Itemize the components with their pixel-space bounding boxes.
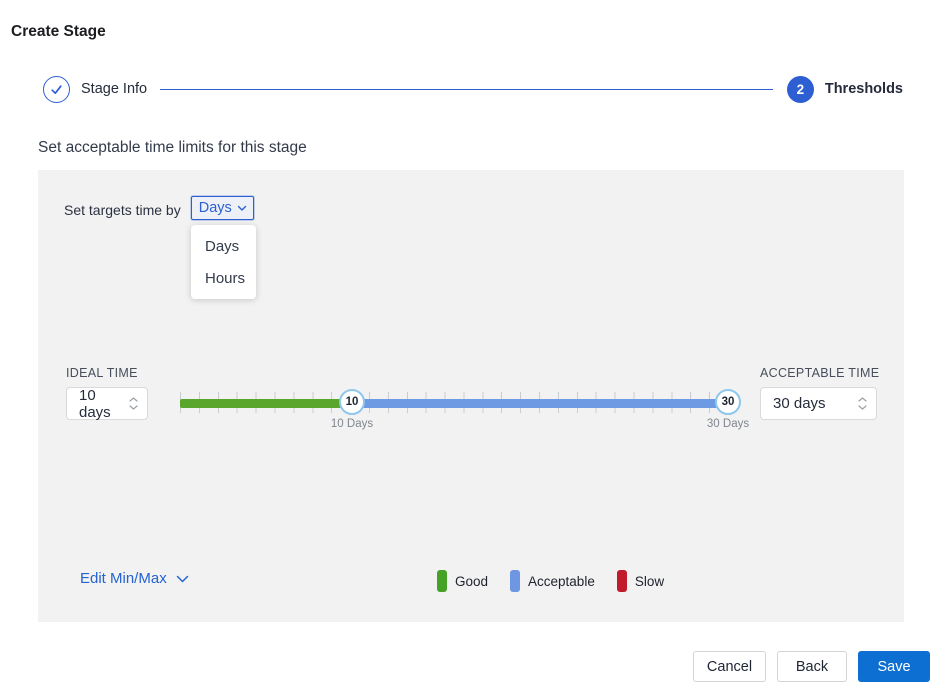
step1-label[interactable]: Stage Info [81,81,147,97]
targets-row: Set targets time by Days [64,196,254,220]
legend-swatch-good [437,570,447,592]
targets-label: Set targets time by [64,199,181,218]
chevron-down-icon [237,205,247,212]
ideal-time-label: IDEAL TIME [66,366,138,380]
legend-item-acceptable: Acceptable [510,570,595,592]
footer-actions: Cancel Back Save [693,651,930,682]
legend-item-good: Good [437,570,488,592]
back-button[interactable]: Back [777,651,847,682]
acceptable-time-stepper[interactable] [858,397,867,410]
step2-label[interactable]: Thresholds [825,81,903,97]
legend-item-slow: Slow [617,570,664,592]
edit-minmax-label: Edit Min/Max [80,570,167,587]
unit-dropdown-menu: Days Hours [191,225,256,299]
step1-check-circle[interactable] [43,76,70,103]
slider-handle-max[interactable]: 30 [715,389,741,415]
slider-min-caption: 10 Days [322,418,382,430]
unit-dropdown[interactable]: Days [191,196,254,220]
stepper: Stage Info 2 Thresholds [43,75,903,103]
ideal-time-stepper[interactable] [129,397,138,410]
slider-segment-acceptable[interactable] [352,399,728,408]
acceptable-time-value: 30 days [773,395,826,412]
step2-number: 2 [797,82,805,97]
time-range-slider: 10 30 10 Days 30 Days [180,385,728,432]
chevron-up-icon [129,397,138,402]
slider-handle-min[interactable]: 10 [339,389,365,415]
cancel-button[interactable]: Cancel [693,651,766,682]
slider-max-caption: 30 Days [698,418,758,430]
page-title: Create Stage [11,23,106,41]
legend: Good Acceptable Slow [437,570,664,592]
legend-label-good: Good [455,574,488,589]
legend-label-acceptable: Acceptable [528,574,595,589]
chevron-down-icon [176,575,189,583]
dropdown-option-hours[interactable]: Hours [191,262,256,294]
legend-swatch-acceptable [510,570,520,592]
thresholds-panel: Set targets time by Days Days Hours IDEA… [38,170,904,622]
save-button[interactable]: Save [858,651,930,682]
chevron-down-icon [858,405,867,410]
ideal-time-input[interactable]: 10 days [66,387,148,420]
chevron-down-icon [129,405,138,410]
ideal-time-value: 10 days [79,387,129,421]
chevron-up-icon [858,397,867,402]
slider-segment-good[interactable] [180,399,352,408]
check-icon [49,82,64,97]
section-heading: Set acceptable time limits for this stag… [38,139,307,157]
unit-dropdown-value: Days [199,200,232,216]
legend-label-slow: Slow [635,574,664,589]
step2-number-circle[interactable]: 2 [787,76,814,103]
legend-swatch-slow [617,570,627,592]
acceptable-time-input[interactable]: 30 days [760,387,877,420]
acceptable-time-label: ACCEPTABLE TIME [760,366,879,380]
dropdown-option-days[interactable]: Days [191,230,256,262]
stepper-connector-line [160,89,773,90]
edit-minmax-link[interactable]: Edit Min/Max [80,570,189,587]
